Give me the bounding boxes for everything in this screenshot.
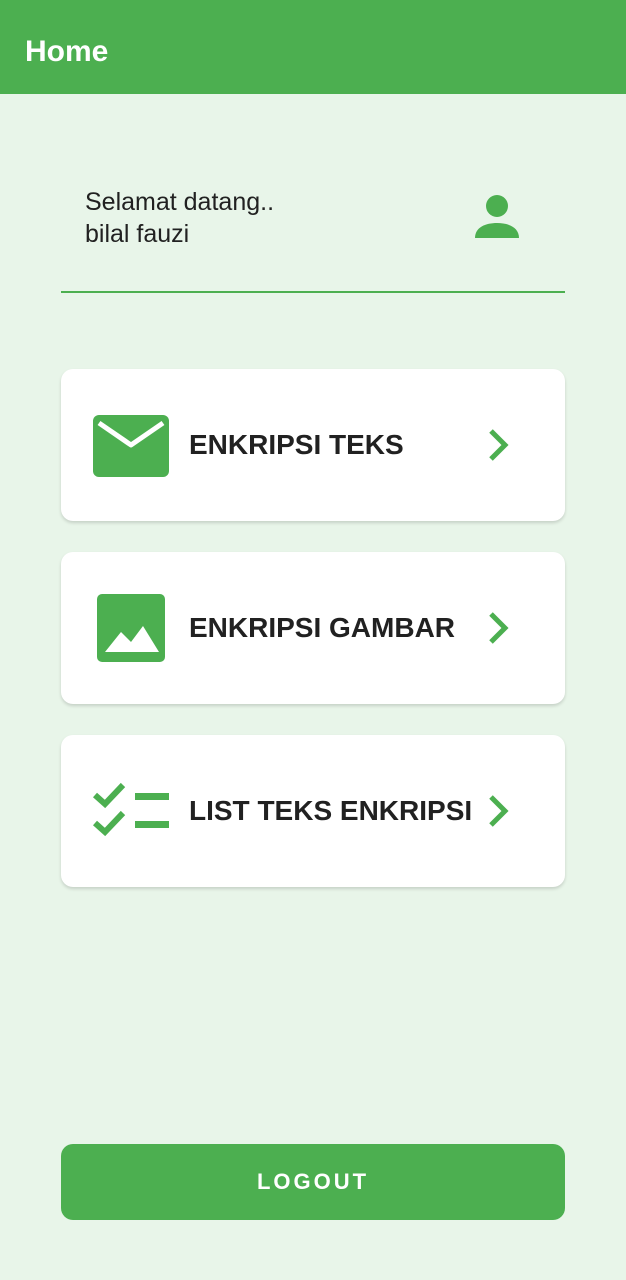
menu-card-list-teks-enkripsi[interactable]: LIST TEKS ENKRIPSI bbox=[61, 735, 565, 887]
chevron-right-icon bbox=[489, 795, 509, 827]
menu-card-label: ENKRIPSI GAMBAR bbox=[189, 612, 456, 643]
account-icon bbox=[475, 195, 519, 238]
app-bar-title: Home bbox=[25, 35, 109, 68]
chevron-right-icon bbox=[489, 429, 509, 461]
menu-card-label: LIST TEKS ENKRIPSI bbox=[189, 795, 473, 826]
mail-icon bbox=[93, 415, 169, 477]
image-icon bbox=[97, 594, 165, 662]
welcome-divider bbox=[61, 291, 565, 293]
chevron-right-icon bbox=[489, 612, 509, 644]
welcome-text: Selamat datang.. bilal fauzi bbox=[85, 186, 274, 250]
menu-card-label: ENKRIPSI TEKS bbox=[189, 429, 404, 460]
app-bar: Home bbox=[0, 0, 626, 94]
welcome-greeting: Selamat datang.. bbox=[85, 188, 275, 216]
welcome-username: bilal fauzi bbox=[85, 220, 190, 248]
menu-card-enkripsi-teks[interactable]: ENKRIPSI TEKS bbox=[61, 369, 565, 521]
logout-button[interactable]: LOGOUT bbox=[61, 1144, 565, 1220]
checklist-icon bbox=[92, 782, 169, 837]
menu-card-enkripsi-gambar[interactable]: ENKRIPSI GAMBAR bbox=[61, 552, 565, 704]
